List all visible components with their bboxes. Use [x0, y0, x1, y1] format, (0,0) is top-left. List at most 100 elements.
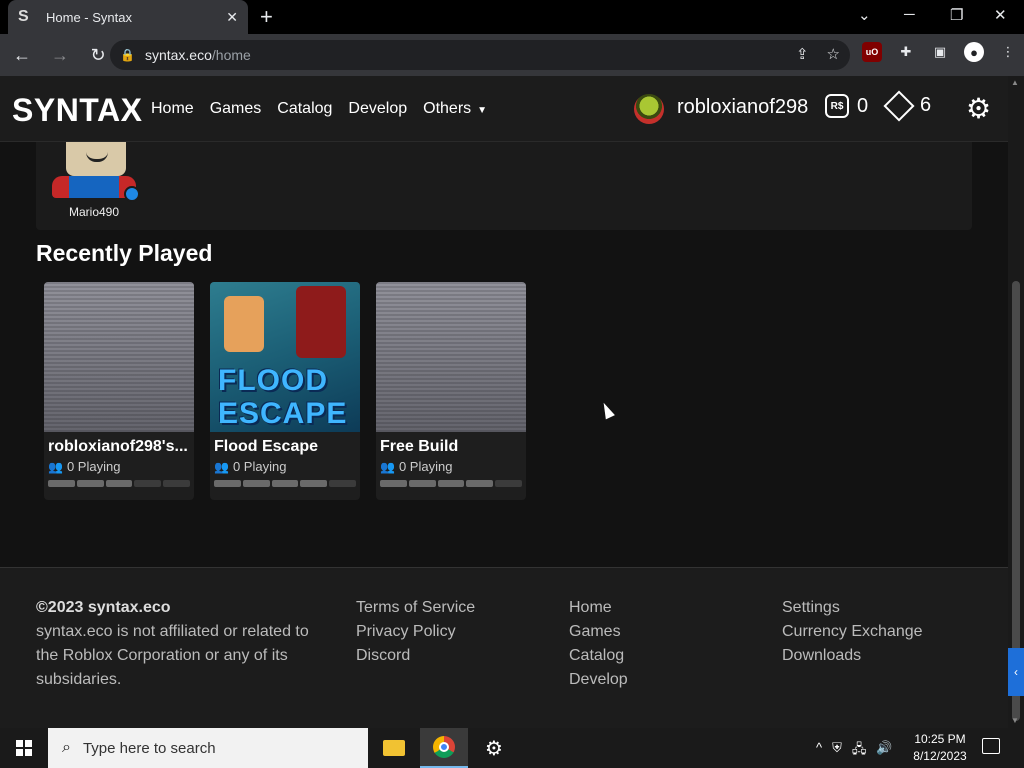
- minimize-icon[interactable]: ─: [904, 6, 915, 23]
- close-window-icon[interactable]: ✕: [994, 6, 1007, 24]
- tix-balance[interactable]: 6: [883, 89, 932, 122]
- site-logo[interactable]: SYNTAX: [12, 92, 142, 129]
- rating-bar: [214, 480, 356, 487]
- rating-segment: [214, 480, 241, 487]
- footer-link-games[interactable]: Games: [569, 620, 628, 644]
- nav-home[interactable]: Home: [151, 100, 194, 118]
- windows-logo-icon: [16, 740, 32, 756]
- nav-develop[interactable]: Develop: [348, 100, 407, 118]
- rating-segment: [300, 480, 328, 487]
- extensions-icon[interactable]: ✚: [896, 42, 916, 62]
- menu-kebab-icon[interactable]: ⋮: [998, 42, 1018, 62]
- settings-app[interactable]: ⚙: [470, 728, 518, 768]
- tab-title: Home - Syntax: [46, 9, 132, 25]
- chrome-icon: [433, 736, 455, 758]
- profile-icon[interactable]: ●: [964, 42, 984, 62]
- new-tab-icon[interactable]: +: [260, 4, 273, 30]
- site-navbar: SYNTAX Home Games Catalog Develop Others…: [0, 76, 1008, 142]
- file-explorer-app[interactable]: [370, 728, 418, 768]
- share-icon[interactable]: ⇪: [796, 45, 809, 63]
- playing-count: 0 Playing: [398, 459, 453, 474]
- nav-catalog[interactable]: Catalog: [277, 100, 332, 118]
- rating-segment: [408, 480, 436, 487]
- friends-panel: Mario490: [36, 142, 972, 230]
- footer-link-currency-exchange[interactable]: Currency Exchange: [782, 620, 923, 644]
- clock-time: 10:25 PM: [914, 732, 966, 746]
- lock-icon[interactable]: 🔒: [120, 48, 135, 62]
- forward-icon[interactable]: →: [44, 45, 76, 66]
- footer-link-catalog[interactable]: Catalog: [569, 644, 628, 668]
- browser-tab[interactable]: S Home - Syntax ✕: [8, 0, 248, 34]
- start-button[interactable]: [0, 728, 48, 768]
- game-name: Flood Escape: [214, 438, 319, 455]
- tix-count: 6: [920, 94, 932, 116]
- footer-link-develop[interactable]: Develop: [569, 668, 628, 692]
- game-card[interactable]: robloxianof298's... 👥 0 Playing: [44, 282, 194, 500]
- close-tab-icon[interactable]: ✕: [226, 9, 238, 26]
- playing-count: 0 Playing: [66, 459, 121, 474]
- footer-about: ©2023 syntax.eco syntax.eco is not affil…: [36, 596, 326, 692]
- gear-icon[interactable]: ⚙: [966, 92, 991, 125]
- shield-icon[interactable]: ⛨: [832, 740, 842, 762]
- clock-date: 8/12/2023: [913, 749, 967, 763]
- back-icon[interactable]: ←: [6, 45, 38, 66]
- footer-link-terms[interactable]: Terms of Service: [356, 596, 475, 620]
- bookmark-star-icon[interactable]: ☆: [827, 45, 840, 63]
- footer-link-settings[interactable]: Settings: [782, 596, 923, 620]
- rating-segment: [48, 480, 75, 487]
- footer-link-home[interactable]: Home: [569, 596, 628, 620]
- rating-segment: [134, 480, 162, 487]
- robux-balance[interactable]: R$ 0: [825, 94, 868, 118]
- scroll-down-icon[interactable]: ▼: [1011, 716, 1019, 725]
- nav-others-dropdown[interactable]: Others ▼: [423, 100, 487, 118]
- rating-segment: [105, 480, 133, 487]
- page-scrollbar[interactable]: ▲ ▼: [1008, 76, 1024, 728]
- address-bar[interactable]: 🔒 syntax.eco/home ⇪ ☆: [110, 40, 850, 70]
- footer-copyright: ©2023 syntax.eco: [36, 599, 171, 616]
- rating-segment: [466, 480, 494, 487]
- game-thumbnail: FLOOD ESCAPE: [210, 282, 360, 432]
- nav-games[interactable]: Games: [210, 100, 262, 118]
- footer-nav-links: Home Games Catalog Develop: [569, 596, 628, 692]
- footer-link-discord[interactable]: Discord: [356, 644, 475, 668]
- volume-icon[interactable]: 🔊: [876, 740, 892, 762]
- tray-chevron-icon[interactable]: ^: [816, 740, 822, 762]
- username[interactable]: robloxianof298: [677, 96, 808, 119]
- rating-bar: [380, 480, 522, 487]
- friend-name: Mario490: [68, 205, 120, 219]
- game-playing: 👥 0 Playing: [210, 456, 360, 474]
- tab-search-icon[interactable]: ⌄: [858, 6, 871, 24]
- mouse-cursor: [599, 400, 615, 420]
- footer-link-privacy[interactable]: Privacy Policy: [356, 620, 475, 644]
- people-icon: 👥: [48, 459, 63, 474]
- ublock-icon[interactable]: uO: [862, 42, 882, 62]
- taskbar-search[interactable]: ⌕ Type here to search: [48, 728, 368, 768]
- section-title: Recently Played: [36, 240, 213, 266]
- game-card[interactable]: Free Build 👥 0 Playing: [376, 282, 526, 500]
- game-name: Free Build: [380, 438, 459, 455]
- friend-avatar: [44, 142, 144, 202]
- game-name: robloxianof298's...: [48, 438, 188, 455]
- sidebar-toggle-chevron-icon[interactable]: ‹: [1008, 648, 1024, 696]
- scroll-up-icon[interactable]: ▲: [1011, 78, 1019, 87]
- taskbar-clock[interactable]: 10:25 PM 8/12/2023: [910, 731, 970, 765]
- rating-segment: [242, 480, 270, 487]
- notification-icon[interactable]: [982, 738, 1000, 754]
- sidepanel-icon[interactable]: ▣: [930, 42, 950, 62]
- rating-bar: [48, 480, 190, 487]
- game-playing: 👥 0 Playing: [376, 456, 526, 474]
- game-thumbnail: [376, 282, 526, 432]
- game-card[interactable]: FLOOD ESCAPE Flood Escape 👥 0 Playing: [210, 282, 360, 500]
- user-avatar[interactable]: [634, 94, 664, 124]
- browser-toolbar: ← → ↻ 🔒 syntax.eco/home ⇪ ☆ uO ✚ ▣ ● ⋮: [0, 34, 1024, 76]
- people-icon: 👥: [380, 459, 395, 474]
- chrome-app[interactable]: [420, 728, 468, 768]
- network-icon[interactable]: 🖧: [852, 740, 867, 762]
- friend-item[interactable]: Mario490: [44, 142, 144, 219]
- nav-others-label: Others: [423, 100, 472, 117]
- footer-link-downloads[interactable]: Downloads: [782, 644, 923, 668]
- rating-segment: [380, 480, 407, 487]
- rating-segment: [163, 480, 190, 487]
- game-playing: 👥 0 Playing: [44, 456, 194, 474]
- restore-icon[interactable]: ❐: [950, 6, 963, 24]
